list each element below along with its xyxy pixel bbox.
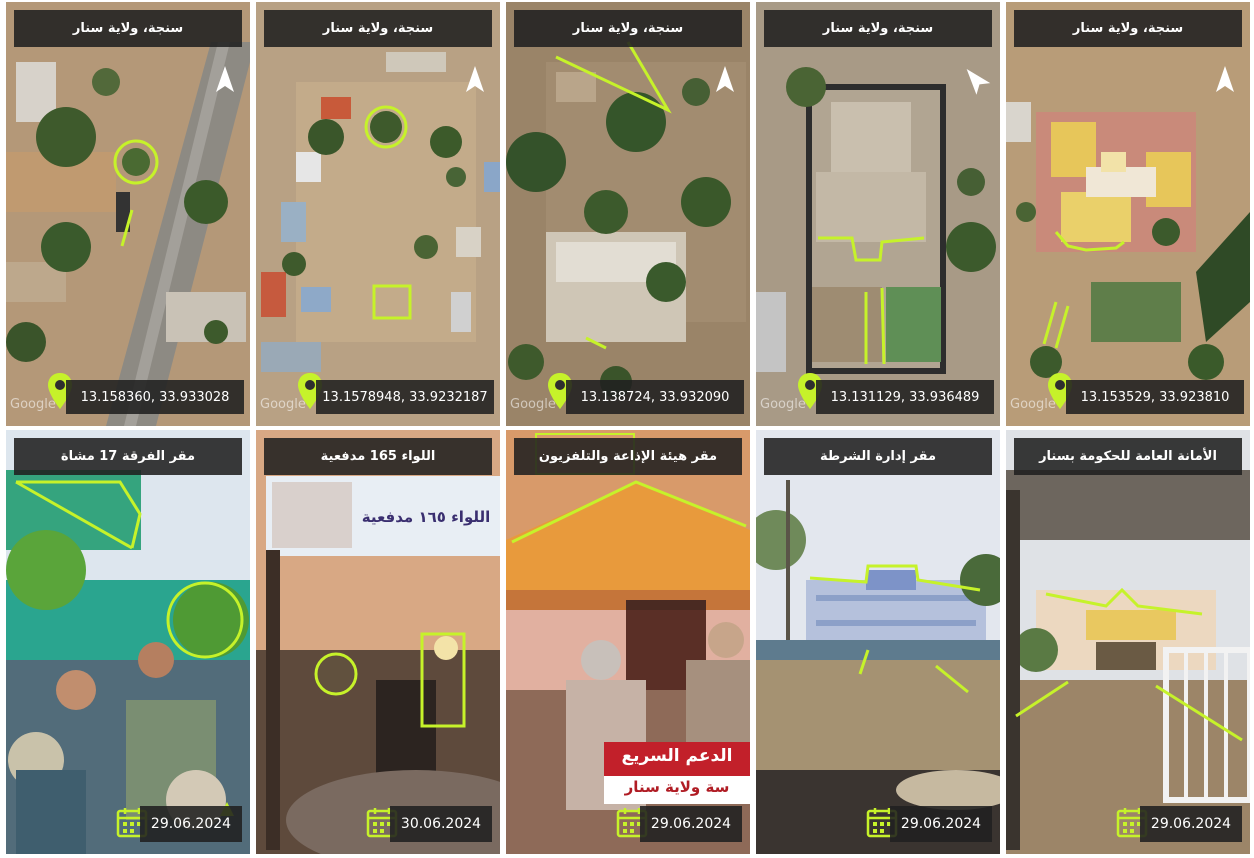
banner-line-2: سة ولاية سنار	[624, 778, 730, 796]
satellite-panel-5: سنجة، ولاية سنار Google 13.153529, 33.92…	[1006, 2, 1250, 426]
panel-title: مقر إدارة الشرطة	[764, 438, 992, 475]
north-arrow-icon	[466, 66, 484, 92]
photo-panel-3: الدعم السريع سة ولاية سنار مقر هيئة الإذ…	[506, 430, 750, 854]
unit-sign: اللواء ١٦٥ مدفعية	[361, 508, 491, 526]
north-arrow-icon	[1216, 66, 1234, 92]
ground-photo	[6, 430, 250, 854]
panel-title: سنجة، ولاية سنار	[514, 10, 742, 47]
ground-photo	[756, 430, 1000, 854]
date-label: 30.06.2024	[390, 806, 492, 842]
date-label: 29.06.2024	[1140, 806, 1242, 842]
panel-title: مقر الفرقة 17 مشاة	[14, 438, 242, 475]
panel-title: سنجة، ولاية سنار	[264, 10, 492, 47]
panel-title: سنجة، ولاية سنار	[14, 10, 242, 47]
photo-panel-1: مقر الفرقة 17 مشاة 29.06.2024	[6, 430, 250, 854]
date-label: 29.06.2024	[140, 806, 242, 842]
ground-photo	[256, 430, 500, 854]
panel-title: اللواء 165 مدفعية	[264, 438, 492, 475]
panel-title: سنجة، ولاية سنار	[1014, 10, 1242, 47]
coordinates-label: 13.138724, 33.932090	[566, 380, 744, 414]
panel-title: سنجة، ولاية سنار	[764, 10, 992, 47]
photo-panel-5: الأمانة العامة للحكومة بسنار 29.06.2024	[1006, 430, 1250, 854]
photo-panel-4: مقر إدارة الشرطة 29.06.2024	[756, 430, 1000, 854]
date-label: 29.06.2024	[890, 806, 992, 842]
ground-photo	[1006, 430, 1250, 854]
satellite-panel-1: سنجة، ولاية سنار Google 13.158360, 33.93…	[6, 2, 250, 426]
satellite-panel-4: سنجة، ولاية سنار Google 13.131129, 33.93…	[756, 2, 1000, 426]
panel-title: الأمانة العامة للحكومة بسنار	[1014, 438, 1242, 475]
north-arrow-icon	[216, 66, 234, 92]
satellite-panel-2: سنجة، ولاية سنار Google 13.1578948, 33.9…	[256, 2, 500, 426]
panel-title: مقر هيئة الإذاعة والتلفزيون	[514, 438, 742, 475]
date-label: 29.06.2024	[640, 806, 742, 842]
satellite-image	[756, 2, 1000, 426]
coordinates-label: 13.158360, 33.933028	[66, 380, 244, 414]
satellite-panel-3: سنجة، ولاية سنار Google 13.138724, 33.93…	[506, 2, 750, 426]
north-arrow-icon	[716, 66, 734, 92]
banner-line-1: الدعم السريع	[621, 746, 733, 766]
coordinates-label: 13.153529, 33.923810	[1066, 380, 1244, 414]
photo-panel-2: اللواء ١٦٥ مدفعية اللواء 165 مدفعية 30.0…	[256, 430, 500, 854]
coordinates-label: 13.131129, 33.936489	[816, 380, 994, 414]
coordinates-label: 13.1578948, 33.9232187	[316, 380, 494, 414]
